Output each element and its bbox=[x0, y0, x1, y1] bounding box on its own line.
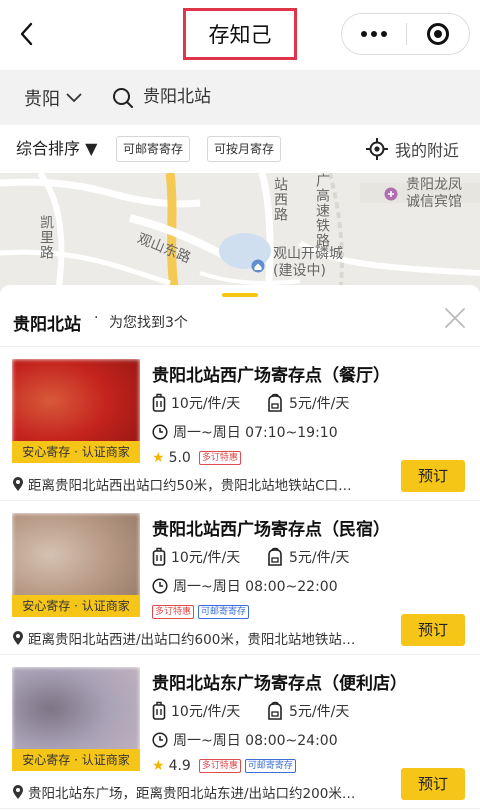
tag-badge: 多订特惠 bbox=[152, 605, 195, 619]
map-label-kaili-road: 凯里路 bbox=[38, 215, 54, 260]
page-title: 存知己 bbox=[208, 23, 272, 47]
results-station-title: 贵阳北站 bbox=[13, 315, 81, 335]
back-arrow-icon[interactable] bbox=[14, 20, 42, 48]
star-icon: ★ bbox=[152, 450, 165, 466]
tag-badge: 多订特惠 bbox=[198, 451, 241, 465]
clock-icon bbox=[152, 424, 168, 440]
search-bar: 贵阳 贵阳北站 bbox=[0, 70, 480, 125]
map-label-station-west-road: 站西路 bbox=[272, 177, 288, 222]
small-price-text: 5元/件/天 bbox=[289, 550, 350, 566]
target-circle-icon bbox=[427, 23, 449, 45]
rating-and-tags: 多订特惠 可邮寄寄存 bbox=[152, 601, 250, 623]
store-name[interactable]: 贵阳北站西广场寄存点（民宿） bbox=[152, 515, 390, 540]
result-card[interactable]: 安心寄存 · 认证商家 贵阳北站西广场寄存点（餐厅） 10元/件/天 5元/件/… bbox=[0, 347, 480, 501]
page-title-highlight: 存知己 bbox=[183, 8, 297, 60]
certified-merchant-label: 安心寄存 · 认证商家 bbox=[12, 595, 140, 617]
hours-text: 周一~周日 08:00~24:00 bbox=[173, 733, 338, 749]
close-icon[interactable] bbox=[444, 307, 466, 329]
mini-program-capsule bbox=[341, 13, 470, 55]
more-dots-icon bbox=[361, 31, 367, 37]
results-panel: 贵阳北站 · 为您找到3个 安心寄存 · 认证商家 贵阳北站西广场寄存点（餐厅）… bbox=[0, 285, 480, 811]
clock-icon bbox=[152, 732, 168, 748]
store-name[interactable]: 贵阳北站东广场寄存点（便利店） bbox=[152, 669, 407, 694]
exit-mini-program-button[interactable] bbox=[407, 14, 469, 54]
large-price-text: 10元/件/天 bbox=[171, 704, 241, 720]
store-thumbnail[interactable]: 安心寄存 · 认证商家 bbox=[12, 667, 140, 771]
certified-merchant-label: 安心寄存 · 认证商家 bbox=[12, 441, 140, 463]
locate-icon bbox=[366, 138, 388, 160]
nearby-button[interactable]: 我的附近 bbox=[366, 125, 459, 173]
more-menu-button[interactable] bbox=[342, 14, 406, 54]
rating-score: 4.9 bbox=[168, 758, 191, 774]
search-icon bbox=[113, 88, 133, 108]
suitcase-icon bbox=[152, 393, 166, 412]
filter-chip-monthly-storage[interactable]: 可按月寄存 bbox=[207, 136, 282, 162]
nearby-label: 我的附近 bbox=[395, 141, 460, 160]
small-price-text: 5元/件/天 bbox=[289, 396, 350, 412]
distance-text: 距离贵阳北站西出站口约50米，贵阳北站地铁站C口… bbox=[28, 478, 352, 494]
opening-hours: 周一~周日 08:00~24:00 bbox=[152, 728, 338, 752]
location-pin-icon bbox=[13, 631, 23, 645]
top-nav-bar: 存知己 bbox=[0, 0, 480, 70]
small-price-text: 5元/件/天 bbox=[289, 704, 350, 720]
book-button[interactable]: 预订 bbox=[401, 460, 465, 492]
star-icon: ★ bbox=[152, 758, 165, 774]
tag-badge: 可邮寄寄存 bbox=[244, 759, 296, 773]
result-card[interactable]: 安心寄存 · 认证商家 贵阳北站西广场寄存点（民宿） 10元/件/天 5元/件/… bbox=[0, 501, 480, 655]
filter-bar: 综合排序 ▼ 可邮寄寄存 可按月寄存 我的附近 bbox=[0, 125, 480, 173]
small-bag-price: 5元/件/天 bbox=[266, 391, 349, 415]
store-name[interactable]: 贵阳北站西广场寄存点（餐厅） bbox=[152, 361, 390, 386]
results-header: 贵阳北站 · 为您找到3个 bbox=[0, 285, 480, 347]
rating-and-tags: ★ 5.0 多订特惠 bbox=[152, 447, 241, 469]
filter-chip-mail-storage[interactable]: 可邮寄寄存 bbox=[116, 136, 191, 162]
suitcase-icon bbox=[152, 701, 166, 720]
opening-hours: 周一~周日 08:00~22:00 bbox=[152, 574, 338, 598]
large-luggage-price: 10元/件/天 bbox=[152, 391, 240, 415]
map-label-hotel: 贵阳龙凤 诚信宾馆 bbox=[406, 177, 462, 210]
distance-info: 贵阳北站东广场，距离贵阳北站东进/出站口约200米… bbox=[12, 781, 382, 803]
location-pin-icon bbox=[13, 785, 23, 799]
clock-icon bbox=[152, 578, 168, 594]
map-label-highspeed-rail: 广高速铁路 bbox=[314, 173, 330, 248]
opening-hours: 周一~周日 07:10~19:10 bbox=[152, 420, 338, 444]
store-thumbnail[interactable]: 安心寄存 · 认证商家 bbox=[12, 513, 140, 617]
results-separator: · bbox=[94, 310, 99, 326]
result-card[interactable]: 安心寄存 · 认证商家 贵阳北站东广场寄存点（便利店） 10元/件/天 5元/件… bbox=[0, 655, 480, 809]
hours-text: 周一~周日 08:00~22:00 bbox=[173, 579, 338, 595]
tag-badge: 可邮寄寄存 bbox=[198, 605, 250, 619]
results-count: 为您找到3个 bbox=[109, 315, 188, 331]
large-price-text: 10元/件/天 bbox=[171, 550, 241, 566]
store-thumbnail[interactable]: 安心寄存 · 认证商家 bbox=[12, 359, 140, 463]
distance-info: 距离贵阳北站西出站口约50米，贵阳北站地铁站C口… bbox=[12, 473, 382, 495]
distance-text: 距离贵阳北站西进/出站口约600米，贵阳北站地铁站… bbox=[28, 632, 356, 648]
certified-merchant-label: 安心寄存 · 认证商家 bbox=[12, 749, 140, 771]
backpack-icon bbox=[268, 547, 282, 566]
small-bag-price: 5元/件/天 bbox=[266, 699, 349, 723]
search-input[interactable]: 贵阳北站 bbox=[143, 70, 211, 125]
rating-score: 5.0 bbox=[168, 450, 191, 466]
chevron-down-icon bbox=[66, 92, 82, 102]
hours-text: 周一~周日 07:10~19:10 bbox=[173, 425, 338, 441]
rating-and-tags: ★ 4.9 多订特惠 可邮寄寄存 bbox=[152, 755, 296, 777]
large-luggage-price: 10元/件/天 bbox=[152, 699, 240, 723]
map-view[interactable]: 站西路 广高速铁路 贵阳龙凤 诚信宾馆 观山东路 凯里路 观山开磷城 (建设中) bbox=[0, 173, 480, 293]
hotel-pin-icon bbox=[384, 187, 398, 201]
city-selector[interactable]: 贵阳 bbox=[24, 70, 82, 125]
distance-text: 贵阳北站东广场，距离贵阳北站东进/出站口约200米… bbox=[28, 786, 356, 802]
city-label: 贵阳 bbox=[24, 88, 60, 110]
small-bag-price: 5元/件/天 bbox=[266, 545, 349, 569]
backpack-icon bbox=[268, 701, 282, 720]
book-button[interactable]: 预订 bbox=[401, 768, 465, 800]
sort-dropdown[interactable]: 综合排序 ▼ bbox=[16, 125, 97, 173]
map-label-poi: 观山开磷城 (建设中) bbox=[273, 246, 343, 279]
backpack-icon bbox=[268, 393, 282, 412]
large-luggage-price: 10元/件/天 bbox=[152, 545, 240, 569]
location-pin-icon bbox=[13, 477, 23, 491]
book-button[interactable]: 预订 bbox=[401, 614, 465, 646]
poi-pin-icon bbox=[251, 259, 265, 273]
large-price-text: 10元/件/天 bbox=[171, 396, 241, 412]
suitcase-icon bbox=[152, 547, 166, 566]
distance-info: 距离贵阳北站西进/出站口约600米，贵阳北站地铁站… bbox=[12, 627, 382, 649]
tag-badge: 多订特惠 bbox=[198, 759, 241, 773]
